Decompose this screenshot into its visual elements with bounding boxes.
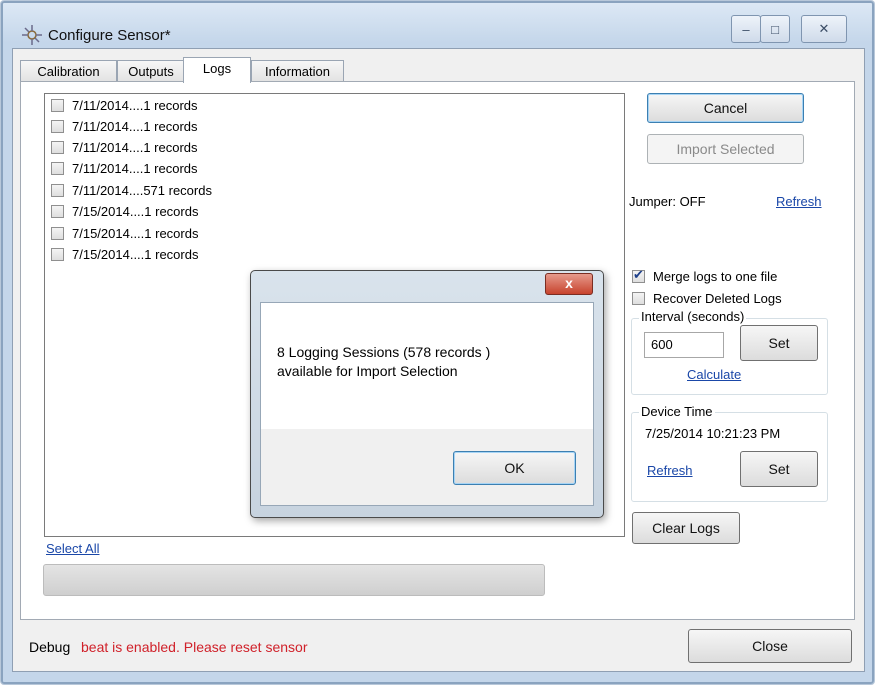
minimize-button[interactable]: –: [731, 15, 761, 43]
recover-deleted-option[interactable]: Recover Deleted Logs: [632, 288, 782, 308]
close-icon: ✕: [818, 21, 830, 36]
dialog-message-line-1: 8 Logging Sessions (578 records ): [277, 344, 491, 360]
log-checkbox[interactable]: [51, 119, 64, 133]
jumper-status: Jumper: OFF: [629, 194, 706, 209]
log-checkbox[interactable]: [51, 204, 64, 218]
dialog-footer: OK: [261, 429, 593, 505]
log-checkbox[interactable]: [51, 226, 64, 240]
app-sensor-icon: [22, 25, 42, 45]
log-label: 7/11/2014....1 records: [72, 118, 198, 134]
merge-logs-checkbox[interactable]: [632, 267, 645, 283]
clear-logs-button[interactable]: Clear Logs: [632, 512, 740, 544]
merge-logs-label: Merge logs to one file: [653, 268, 778, 284]
select-all-link[interactable]: Select All: [46, 541, 99, 556]
dialog-body: 8 Logging Sessions (578 records ) availa…: [260, 302, 594, 506]
maximize-button[interactable]: □: [760, 15, 790, 43]
log-checkbox[interactable]: [51, 183, 64, 197]
list-item[interactable]: 7/11/2014....571 records: [51, 180, 212, 200]
calculate-link[interactable]: Calculate: [687, 367, 741, 382]
import-progress-bar: [43, 564, 545, 596]
close-button[interactable]: Close: [688, 629, 852, 663]
device-time-set-button[interactable]: Set: [740, 451, 818, 487]
interval-input[interactable]: 600: [644, 332, 724, 358]
debug-status-message: beat is enabled. Please reset sensor: [81, 639, 308, 655]
list-item[interactable]: 7/11/2014....1 records: [51, 158, 198, 178]
device-time-group-title: Device Time: [639, 404, 715, 419]
refresh-jumper-link[interactable]: Refresh: [776, 194, 822, 209]
log-checkbox[interactable]: [51, 161, 64, 175]
device-time-value: 7/25/2014 10:21:23 PM: [645, 426, 781, 441]
maximize-icon: □: [771, 21, 779, 37]
recover-deleted-checkbox[interactable]: [632, 291, 645, 305]
list-item[interactable]: 7/11/2014....1 records: [51, 137, 198, 157]
list-item[interactable]: 7/15/2014....1 records: [51, 201, 198, 221]
dialog-message-line-2: available for Import Selection: [277, 363, 458, 379]
tab-logs[interactable]: Logs: [183, 57, 251, 83]
import-selected-button[interactable]: Import Selected: [647, 134, 804, 164]
debug-label: Debug: [29, 639, 71, 655]
tab-outputs[interactable]: Outputs: [117, 60, 185, 82]
recover-deleted-label: Recover Deleted Logs: [653, 290, 782, 306]
log-label: 7/15/2014....1 records: [72, 246, 199, 262]
list-item[interactable]: 7/11/2014....1 records: [51, 116, 198, 136]
cancel-button[interactable]: Cancel: [647, 93, 804, 123]
interval-group-title: Interval (seconds): [639, 309, 747, 324]
dialog-close-button[interactable]: x: [545, 273, 593, 295]
dialog-message: 8 Logging Sessions (578 records ) availa…: [277, 343, 490, 381]
device-time-refresh-link[interactable]: Refresh: [647, 463, 693, 478]
ok-button[interactable]: OK: [453, 451, 576, 485]
list-item[interactable]: 7/15/2014....1 records: [51, 244, 198, 264]
tab-calibration[interactable]: Calibration: [20, 60, 117, 82]
interval-set-button[interactable]: Set: [740, 325, 818, 361]
log-label: 7/11/2014....1 records: [72, 139, 198, 155]
log-label: 7/11/2014....1 records: [72, 160, 198, 176]
minimize-icon: –: [742, 21, 750, 37]
log-label: 7/11/2014....571 records: [72, 182, 212, 198]
list-item[interactable]: 7/11/2014....1 records: [51, 95, 198, 115]
title-bar: Configure Sensor* – □ ✕: [11, 9, 869, 49]
log-label: 7/15/2014....1 records: [72, 225, 199, 241]
log-label: 7/11/2014....1 records: [72, 97, 198, 113]
log-checkbox[interactable]: [51, 140, 64, 154]
log-label: 7/15/2014....1 records: [72, 203, 199, 219]
log-checkbox[interactable]: [51, 247, 64, 261]
import-info-dialog: x 8 Logging Sessions (578 records ) avai…: [250, 270, 604, 518]
close-icon: x: [565, 275, 573, 291]
tab-information[interactable]: Information: [251, 60, 344, 82]
close-window-button[interactable]: ✕: [801, 15, 847, 43]
merge-logs-option[interactable]: Merge logs to one file: [632, 266, 777, 286]
window-title: Configure Sensor*: [48, 27, 171, 44]
list-item[interactable]: 7/15/2014....1 records: [51, 223, 198, 243]
log-checkbox[interactable]: [51, 98, 64, 112]
